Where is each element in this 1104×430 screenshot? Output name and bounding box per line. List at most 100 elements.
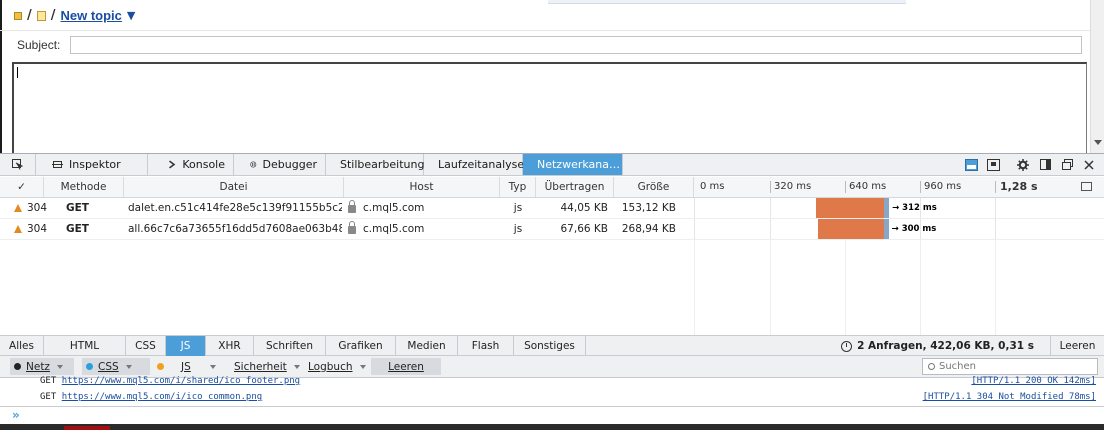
dock-side-icon xyxy=(1039,159,1051,170)
log-status[interactable]: [HTTP/1.1 200 OK 142ms] xyxy=(971,375,1096,388)
responsive-icon xyxy=(986,158,1000,171)
filter-medien[interactable]: Medien xyxy=(396,336,458,356)
forum-icon[interactable] xyxy=(14,11,22,20)
tab-stilbearbeitung[interactable]: Stilbearbeitung xyxy=(326,154,424,175)
console-output: GET https://www.mql5.com/i/shared/ico_fo… xyxy=(0,375,1104,406)
type-cell: js xyxy=(513,202,523,214)
js-label: JS xyxy=(181,360,191,373)
console-search-input[interactable]: Suchen xyxy=(922,358,1098,375)
chevron-down-icon[interactable] xyxy=(359,364,366,369)
filter-js[interactable]: JS xyxy=(166,336,206,356)
network-filter-bar: Alles HTML CSS JS XHR Schriften Grafiken… xyxy=(0,335,1104,356)
host-cell: c.mql5.com xyxy=(348,198,424,218)
close-devtools-button[interactable] xyxy=(1080,156,1098,174)
tick-divider xyxy=(845,181,846,193)
log-url[interactable]: https://www.mql5.com/i/ico_common.png xyxy=(62,392,262,402)
filter-sonstiges[interactable]: Sonstiges xyxy=(514,336,586,356)
leeren-label: Leeren xyxy=(388,360,424,373)
file-cell: dalet.en.c51c414fe28e5c139f91155b5c2002b… xyxy=(128,202,342,214)
dock-icon xyxy=(964,158,978,171)
log-method: GET xyxy=(40,376,57,386)
logbuch-filter-button[interactable]: Logbuch xyxy=(299,358,366,375)
column-method[interactable]: Methode xyxy=(44,177,124,197)
request-time: → 312 ms xyxy=(892,203,937,213)
chevron-down-icon[interactable] xyxy=(209,364,216,369)
responsive-design-button[interactable] xyxy=(984,156,1002,174)
collapse-waterfall-icon[interactable] xyxy=(1081,182,1092,191)
js-dot-icon xyxy=(157,363,164,370)
transferred-cell: 67,66 KB xyxy=(560,223,609,235)
devtools-toolbar: Inspektor Konsole Debugger Stilbearbeitu… xyxy=(0,153,1104,176)
window-edge xyxy=(0,0,2,153)
breadcrumb: / / New topic ▼ xyxy=(14,8,135,23)
grid-line xyxy=(694,219,695,239)
clear-console-button[interactable]: Leeren xyxy=(371,358,441,375)
tab-label: Konsole xyxy=(182,158,225,171)
top-strip xyxy=(548,0,906,4)
taskbar xyxy=(0,424,1104,430)
message-editor[interactable] xyxy=(12,62,1087,154)
window-icon xyxy=(1061,159,1073,170)
column-waterfall: 0 ms 320 ms 640 ms 960 ms 1,28 s xyxy=(694,177,1104,197)
subject-input[interactable] xyxy=(70,36,1082,54)
dock-side-button[interactable] xyxy=(1036,156,1054,174)
column-host[interactable]: Host xyxy=(344,177,500,197)
filter-xhr[interactable]: XHR xyxy=(206,336,254,356)
filter-html[interactable]: HTML xyxy=(44,336,126,356)
column-file[interactable]: Datei xyxy=(124,177,344,197)
table-row[interactable]: 304 GET dalet.en.c51c414fe28e5c139f91155… xyxy=(0,198,1104,219)
log-status[interactable]: [HTTP/1.1 304 Not Modified 78ms] xyxy=(923,391,1096,404)
css-dot-icon xyxy=(86,363,93,370)
filter-flash[interactable]: Flash xyxy=(458,336,514,356)
filter-css[interactable]: CSS xyxy=(126,336,166,356)
css-filter-button[interactable]: CSS xyxy=(82,358,150,375)
filter-alles[interactable]: Alles xyxy=(0,336,44,356)
netz-dot-icon xyxy=(14,363,21,370)
status-code: 304 xyxy=(27,223,48,235)
tab-netzwerkanalyse[interactable]: Netzwerkana… xyxy=(523,154,623,175)
chevron-down-icon[interactable]: ▼ xyxy=(127,9,135,22)
table-row[interactable]: 304 GET all.66c7c6a73655f16dd5d7608ae063… xyxy=(0,219,1104,240)
console-input[interactable]: » xyxy=(0,406,1104,424)
log-method: GET xyxy=(40,392,57,402)
log-url[interactable]: https://www.mql5.com/i/shared/ico_footer… xyxy=(62,376,300,386)
element-picker-button[interactable] xyxy=(0,154,36,175)
column-type[interactable]: Typ xyxy=(500,177,536,197)
waterfall-tick: 320 ms xyxy=(774,181,812,192)
column-transferred[interactable]: Übertragen xyxy=(536,177,614,197)
separator xyxy=(1006,156,1010,174)
tick-divider xyxy=(995,181,996,193)
log-entry[interactable]: GET https://www.mql5.com/i/shared/ico_fo… xyxy=(40,375,300,388)
new-topic-link[interactable]: New topic xyxy=(61,8,122,23)
grid-line xyxy=(995,240,996,335)
filter-grafiken[interactable]: Grafiken xyxy=(326,336,396,356)
log-entry[interactable]: GET https://www.mql5.com/i/ico_common.pn… xyxy=(40,391,262,404)
tab-debugger[interactable]: Debugger xyxy=(234,154,326,175)
dock-bottom-button[interactable] xyxy=(962,156,980,174)
filter-schriften[interactable]: Schriften xyxy=(254,336,326,356)
tab-konsole[interactable]: Konsole xyxy=(148,154,234,175)
page-scrollbar[interactable] xyxy=(1090,0,1104,153)
taskbar-item[interactable] xyxy=(64,426,110,430)
netz-filter-button[interactable]: Netz xyxy=(10,358,74,375)
sicherheit-filter-button[interactable]: Sicherheit xyxy=(225,358,300,375)
undock-button[interactable] xyxy=(1058,156,1076,174)
waiting-bar xyxy=(818,219,884,239)
status-code: 304 xyxy=(27,202,48,214)
tab-laufzeitanalyse[interactable]: Laufzeitanalyse xyxy=(424,154,524,175)
settings-button[interactable] xyxy=(1014,156,1032,174)
tab-label: Inspektor xyxy=(69,158,121,171)
folder-icon[interactable] xyxy=(36,10,46,21)
column-size[interactable]: Größe xyxy=(614,177,694,197)
debugger-icon xyxy=(250,161,257,168)
scroll-down-arrow-icon[interactable] xyxy=(1094,140,1102,145)
console-icon xyxy=(169,160,176,169)
grid-line xyxy=(694,240,695,335)
size-cell: 153,12 KB xyxy=(621,202,676,214)
chevron-down-icon[interactable] xyxy=(56,364,63,369)
js-filter-button[interactable]: JS xyxy=(153,358,223,375)
clear-network-button[interactable]: Leeren xyxy=(1050,336,1104,356)
column-status[interactable]: ✓ xyxy=(0,177,44,197)
chevron-down-icon[interactable] xyxy=(125,364,132,369)
tab-inspektor[interactable]: Inspektor xyxy=(36,154,148,175)
